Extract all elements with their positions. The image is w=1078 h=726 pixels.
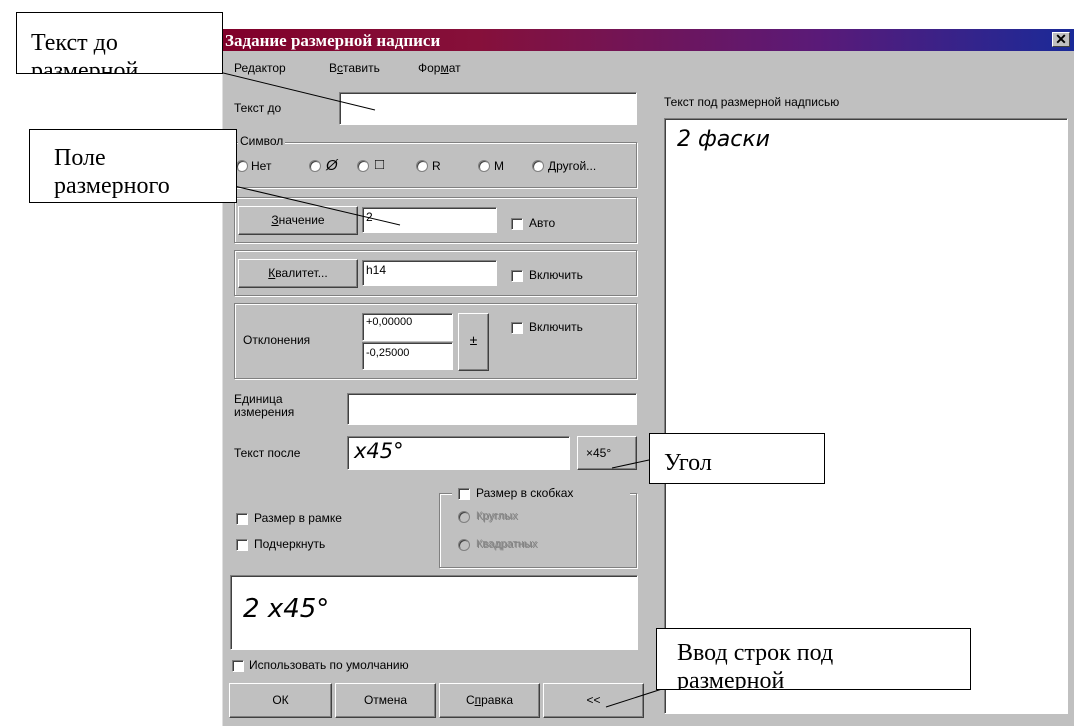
deviation-upper-input[interactable]: +0,00000 <box>362 313 453 341</box>
menu-editor-acc: д <box>247 61 255 75</box>
quality-enable-checkbox[interactable] <box>511 270 523 282</box>
brackets-checkbox[interactable] <box>458 488 470 500</box>
frame-label: Размер в рамке <box>254 511 342 525</box>
diameter-symbol: Ø <box>326 157 338 174</box>
round-radio[interactable] <box>458 511 470 523</box>
plusminus-button[interactable]: ± <box>458 313 489 371</box>
callout-field-line1: Поле <box>54 145 106 171</box>
quality-button[interactable]: Квалитет... <box>238 259 358 288</box>
quality-enable-label: Включить <box>529 268 583 282</box>
round-label: Круглых <box>476 510 518 522</box>
radius-label: R <box>432 159 441 173</box>
deviations-label: Отклонения <box>243 333 311 347</box>
symbol-radio-other[interactable] <box>532 160 544 172</box>
deviation-lower-input[interactable]: -0,25000 <box>362 342 453 370</box>
symbol-radio-square[interactable] <box>357 160 369 172</box>
dialog-title: Задание размерной надписи <box>225 31 441 50</box>
value-input[interactable]: 2 <box>362 207 497 233</box>
value-button[interactable]: Значение <box>238 206 358 235</box>
text-after-label: Текст после <box>234 446 301 460</box>
callout-angle: Угол <box>649 433 825 484</box>
menu-format-pre: Фор <box>418 61 441 75</box>
use-default-checkbox[interactable] <box>232 660 244 672</box>
menu-insert-pre: В <box>329 61 338 75</box>
callout-lines-below-line1: Ввод строк под <box>677 640 834 666</box>
cancel-button[interactable]: Отмена <box>335 683 436 718</box>
callout-field-line2: размерного <box>54 173 170 199</box>
collapse-button[interactable]: << <box>543 683 644 718</box>
auto-label: Авто <box>529 216 556 230</box>
auto-checkbox[interactable] <box>511 218 523 230</box>
frame-checkbox[interactable] <box>236 513 248 525</box>
brackets-label: Размер в скобках <box>476 486 574 500</box>
menu-item-editor[interactable]: Редактор <box>234 61 286 75</box>
menu-editor-post: актор <box>254 61 286 75</box>
value-button-rest: начение <box>278 213 325 227</box>
lines-below-textarea[interactable]: 2 фаски <box>664 118 1068 714</box>
callout-lines-below: Ввод строк под размерной <box>656 628 971 690</box>
underline-label: Подчеркнуть <box>254 537 326 551</box>
symbol-radio-metric[interactable] <box>478 160 490 172</box>
use-default-label: Использовать по умолчанию <box>249 658 409 672</box>
menu-insert-post: тавить <box>343 61 380 75</box>
text-after-input[interactable]: x45° <box>347 436 570 470</box>
metric-label: M <box>494 159 504 173</box>
unit-label-line2: измерения <box>234 405 295 419</box>
quality-input[interactable]: h14 <box>362 260 497 286</box>
callout-angle-text: Угол <box>664 450 712 476</box>
menu-editor-pre: Ре <box>234 61 248 75</box>
menu-format-post: ат <box>448 61 461 75</box>
callout-text-before-line2: размерной <box>31 58 139 74</box>
menu-format-acc: м <box>440 61 449 75</box>
symbol-none-label: Нет <box>251 159 272 173</box>
help-button[interactable]: Справка <box>439 683 540 718</box>
menu-item-insert[interactable]: Вставить <box>329 61 380 75</box>
symbol-radio-none[interactable] <box>236 160 248 172</box>
square-radio[interactable] <box>458 539 470 551</box>
deviations-enable-checkbox[interactable] <box>511 322 523 334</box>
text-before-label: Текст до <box>234 101 282 115</box>
callout-text-before-line1: Текст до <box>31 30 118 56</box>
square-symbol: □ <box>375 156 385 173</box>
underline-checkbox[interactable] <box>236 539 248 551</box>
square-label: Квадратных <box>476 538 538 550</box>
unit-input[interactable] <box>347 393 637 425</box>
symbol-radio-radius[interactable] <box>416 160 428 172</box>
help-post: равка <box>481 693 514 707</box>
symbol-radio-diameter[interactable] <box>309 160 321 172</box>
symbol-legend: Символ <box>238 134 286 148</box>
angle-button[interactable]: ×45° <box>577 436 637 470</box>
callout-lines-below-line2: размерной <box>677 668 785 690</box>
quality-button-rest: валитет... <box>275 266 328 280</box>
text-before-input[interactable] <box>339 92 637 125</box>
close-icon[interactable]: ✕ <box>1052 32 1070 47</box>
ok-button[interactable]: ОК <box>229 683 332 718</box>
help-pre: С <box>465 693 475 707</box>
value-button-acc: З <box>271 213 279 227</box>
unit-label: Единица измерения <box>234 393 294 419</box>
other-label: Другой... <box>548 159 597 173</box>
callout-field: Поле размерного <box>29 129 237 203</box>
menu-item-format[interactable]: Формат <box>418 61 461 75</box>
preview-box: 2 x45° <box>230 575 638 650</box>
brackets-group <box>439 493 637 568</box>
right-panel-label: Текст под размерной надписью <box>664 95 840 109</box>
callout-text-before: Текст до размерной <box>16 12 223 74</box>
deviations-enable-label: Включить <box>529 320 583 334</box>
